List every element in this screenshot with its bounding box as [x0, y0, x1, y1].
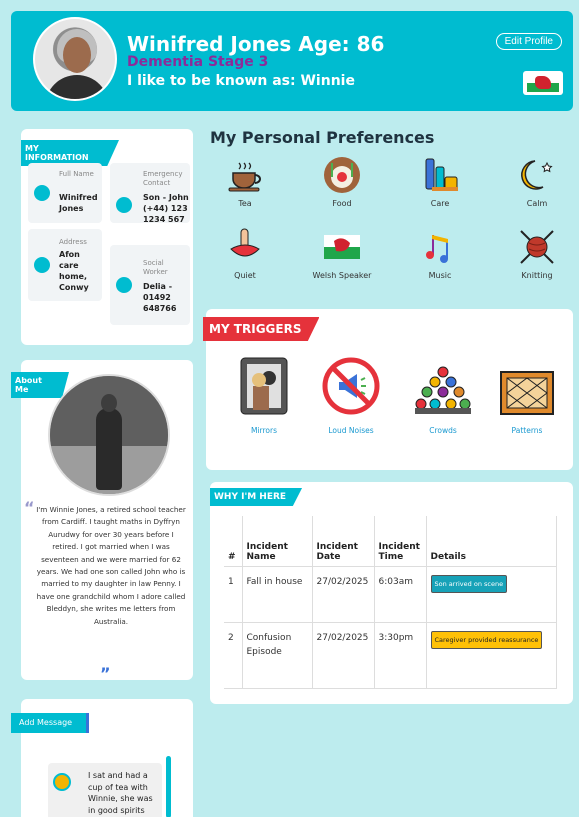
pattern-icon: [500, 371, 554, 415]
pref-calm: Calm: [497, 155, 577, 208]
food-plate-icon: [322, 155, 362, 195]
care-toiletries-icon: [420, 155, 460, 195]
messages-scrollbar[interactable]: [166, 756, 171, 817]
music-notes-icon: [420, 227, 460, 267]
status-badge: Caregiver provided reassurance: [430, 630, 543, 649]
pref-knitting: Knitting: [497, 227, 577, 280]
moon-stars-icon: [517, 155, 557, 195]
info-social-worker: Social Worker Delia - 01492 648766: [110, 245, 190, 325]
info-emergency-contact: Emergency Contact Son - John (+44) 123 1…: [110, 163, 190, 224]
pref-music: Music: [400, 227, 480, 280]
mirror-icon: [240, 357, 288, 415]
triggers-tag: MY TRIGGERS: [203, 317, 320, 341]
quiet-finger-lips-icon: [225, 227, 265, 267]
welsh-flag-icon: [322, 227, 362, 267]
col-incident-time: Incident Time: [374, 516, 427, 567]
info-address: Address Afon care home, Conwy: [28, 229, 102, 301]
pref-tea: Tea: [205, 155, 285, 208]
info-dot-icon: [34, 257, 50, 273]
profile-header: Winifred Jones Age: 86 Dementia Stage 3 …: [11, 11, 573, 111]
open-quote-icon: “: [24, 498, 35, 517]
col-incident-date: Incident Date: [312, 516, 375, 567]
why-here-tag: WHY I'M HERE: [210, 488, 303, 506]
about-me-photo: [48, 374, 170, 496]
info-dot-icon: [116, 197, 132, 213]
add-message-button[interactable]: Add Message: [11, 713, 89, 733]
pref-quiet: Quiet: [205, 227, 285, 280]
info-full-name: Full Name Winifred Jones: [28, 163, 102, 223]
pref-care: Care: [400, 155, 480, 208]
info-dot-icon: [34, 185, 50, 201]
close-quote-icon: ”: [100, 664, 111, 683]
message-text: I sat and had a cup of tea with Winnie, …: [88, 771, 153, 815]
chat-icon: [53, 773, 71, 791]
profile-avatar: [33, 17, 117, 101]
preferences-title: My Personal Preferences: [210, 128, 435, 147]
tea-cup-icon: [225, 155, 265, 195]
trigger-loud-noises: Loud Noises: [318, 356, 384, 435]
table-row: 2 Confusion Episode 27/02/2025 3:30pm Ca…: [224, 622, 557, 689]
edit-profile-button[interactable]: Edit Profile: [495, 33, 562, 50]
table-row: 1 Fall in house 27/02/2025 6:03am Son ar…: [224, 566, 557, 623]
crowd-icon: [415, 366, 471, 414]
info-dot-icon: [116, 277, 132, 293]
welsh-flag-icon: [523, 71, 563, 95]
trigger-mirrors: Mirrors: [236, 356, 292, 435]
no-megaphone-icon: [322, 357, 380, 415]
name-age: Winifred Jones Age: 86: [127, 32, 385, 56]
trigger-patterns: Patterns: [494, 370, 560, 435]
col-incident-name: Incident Name: [242, 516, 313, 567]
known-as: I like to be known as: Winnie: [127, 73, 355, 89]
table-header-row: # Incident Name Incident Date Incident T…: [224, 516, 557, 567]
col-details: Details: [426, 516, 557, 567]
knitting-yarn-icon: [517, 227, 557, 267]
pref-food: Food: [302, 155, 382, 208]
dementia-stage: Dementia Stage 3: [127, 54, 269, 70]
col-num: #: [224, 516, 243, 567]
about-me-text: I'm Winnie Jones, a retired school teach…: [36, 505, 186, 626]
trigger-crowds: Crowds: [410, 364, 476, 435]
pref-welsh-speaker: Welsh Speaker: [302, 227, 382, 280]
status-badge: Son arrived on scene: [430, 574, 508, 593]
incidents-table: # Incident Name Incident Date Incident T…: [224, 516, 557, 689]
